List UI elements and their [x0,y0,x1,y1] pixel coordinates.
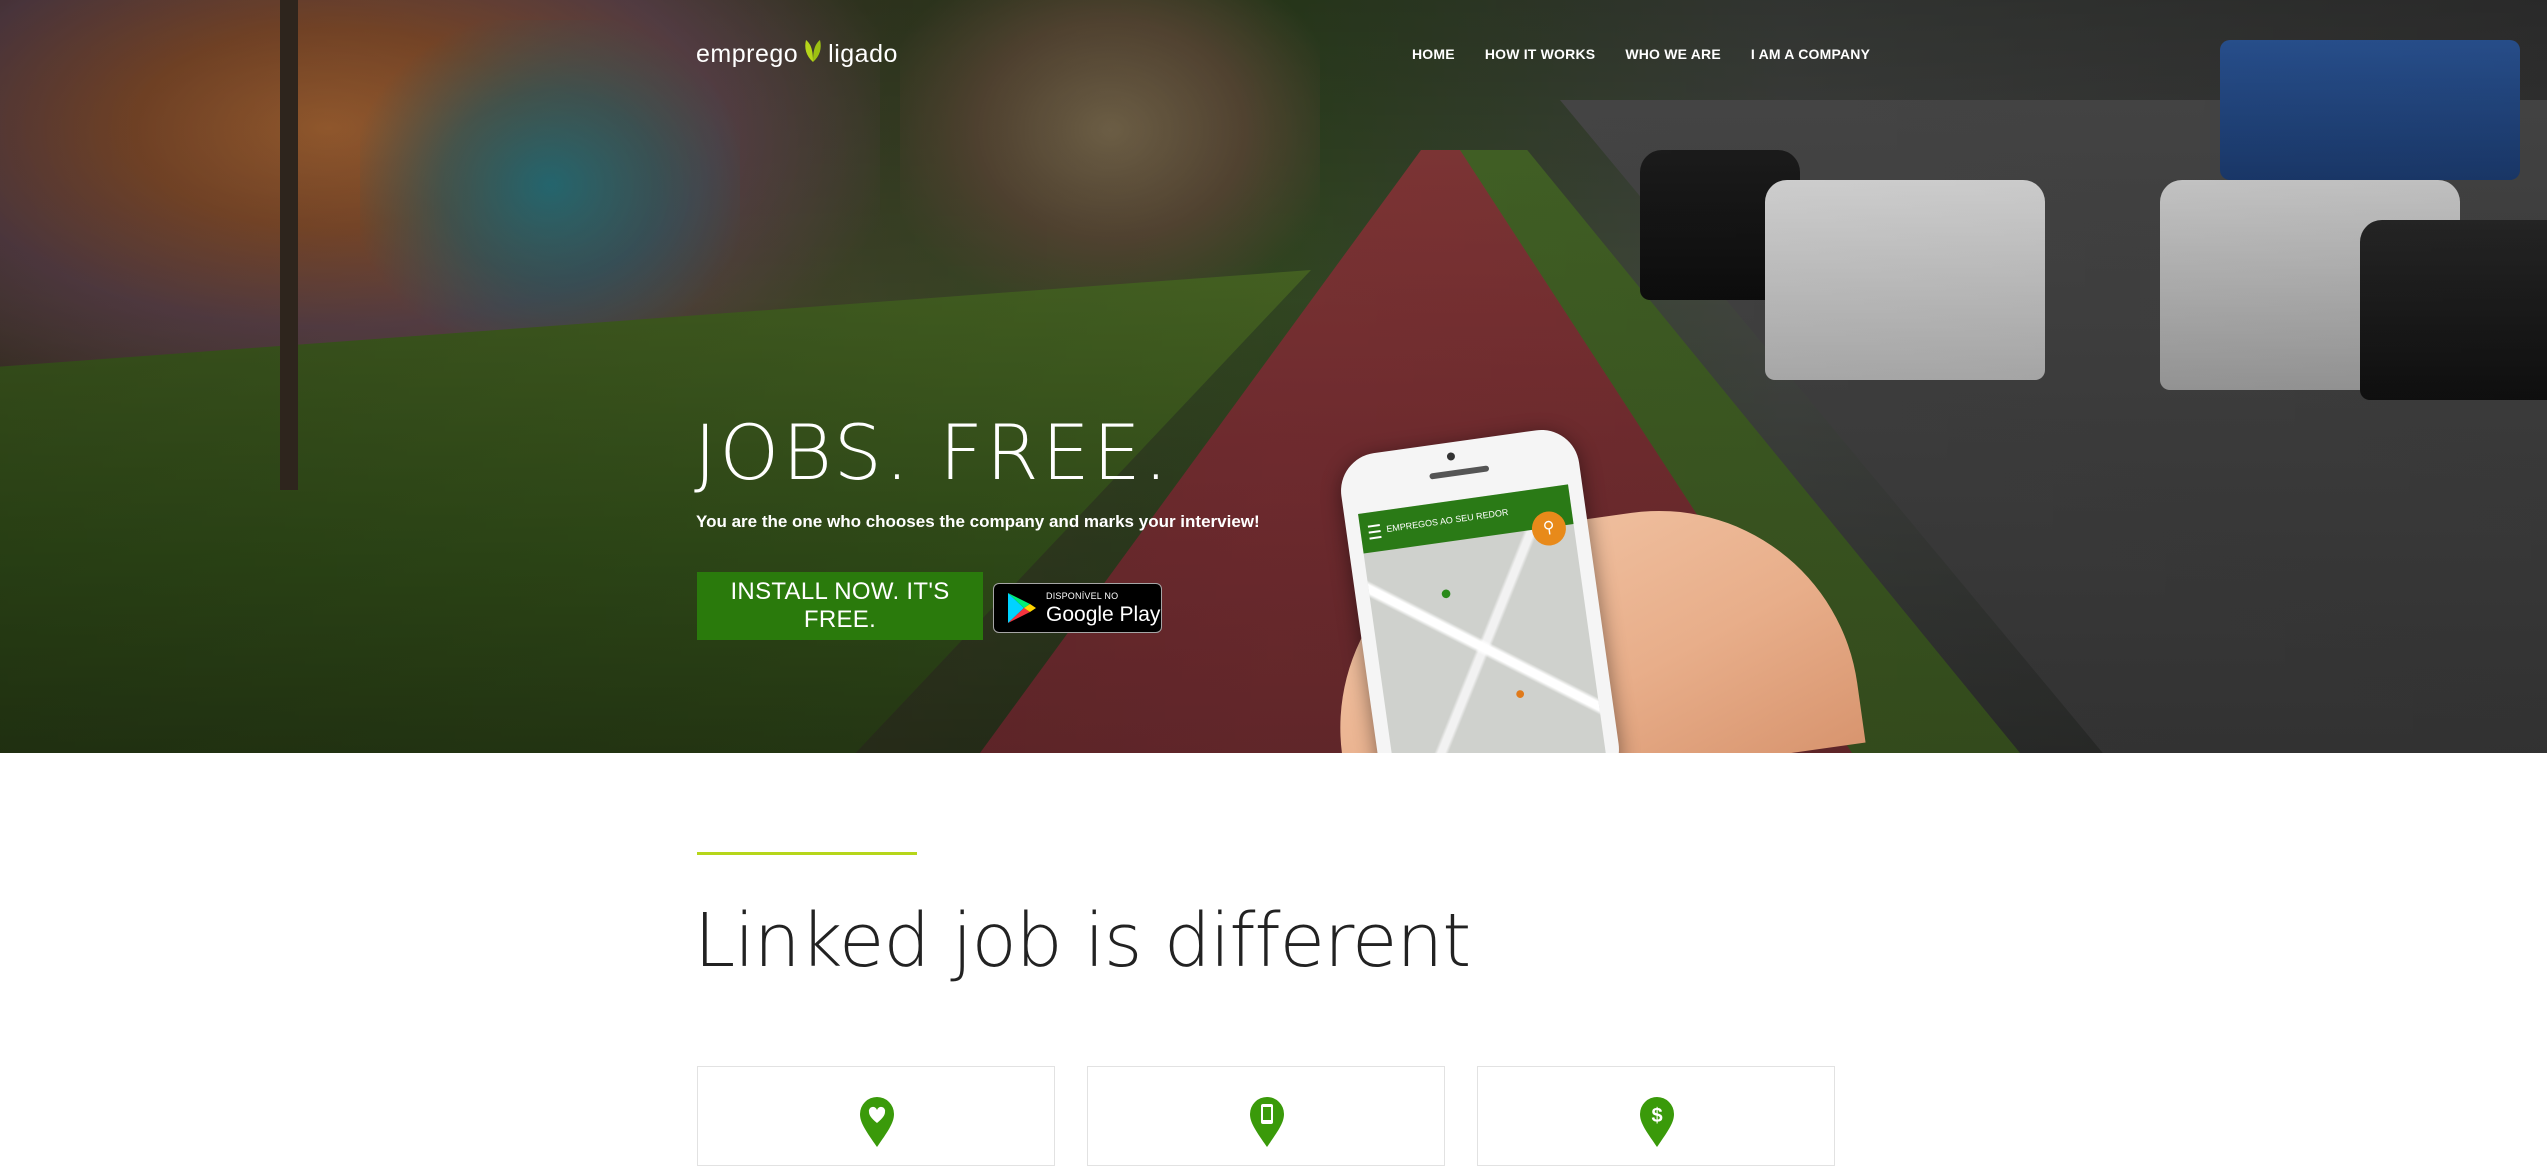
install-now-button[interactable]: INSTALL NOW. IT'S FREE. [697,572,983,640]
google-play-big-text: Google Play [1046,602,1161,626]
logo-text-left: emprego [696,39,799,68]
nav-item-i-am-a-company[interactable]: I AM A COMPANY [1751,46,1870,62]
map-pin-icon: ● [1438,581,1454,606]
phone-camera [1446,451,1456,461]
nav-item-how-it-works[interactable]: HOW IT WORKS [1485,46,1596,62]
dollar-pin-icon: $ [1640,1097,1674,1147]
menu-icon [1367,524,1382,540]
phone-pin-icon [1250,1097,1284,1147]
phone-speaker [1429,465,1490,480]
logo-text-right: ligado [828,39,898,68]
section-title: Linked job is different [694,898,1471,984]
hero-overlay [0,0,2547,753]
nav-item-home[interactable]: HOME [1412,46,1455,62]
google-play-small-text: DISPONÍVEL NO [1046,590,1119,601]
feature-card [1087,1066,1445,1166]
heart-pin-icon [860,1097,894,1147]
main-nav: HOME HOW IT WORKS WHO WE ARE I AM A COMP… [1412,46,1870,62]
hero-subtitle: You are the one who chooses the company … [696,512,1260,531]
feature-card [697,1066,1055,1166]
phone-screen: EMPREGOS AO SEU REDOR ⚲ ● ● [1358,484,1610,753]
section-divider [697,852,917,855]
google-play-badge[interactable]: DISPONÍVEL NO Google Play [993,583,1162,633]
feature-card: $ [1477,1066,1835,1166]
hero-title: JOBS. FREE. [694,408,1171,497]
phone-app-bar-title: EMPREGOS AO SEU REDOR [1385,507,1509,535]
google-play-icon [1008,593,1036,623]
site-logo[interactable]: emprego ligado [696,38,898,70]
nav-item-who-we-are[interactable]: WHO WE ARE [1625,46,1721,62]
google-play-text: DISPONÍVEL NO Google Play [1046,590,1161,626]
leaf-icon [802,38,824,71]
svg-text:$: $ [1651,1105,1662,1127]
hero-banner: EMPREGOS AO SEU REDOR ⚲ ● ● emprego liga… [0,0,2547,753]
map-pin-icon: ● [1513,682,1527,704]
phone-mockup: EMPREGOS AO SEU REDOR ⚲ ● ● [1336,425,1624,753]
